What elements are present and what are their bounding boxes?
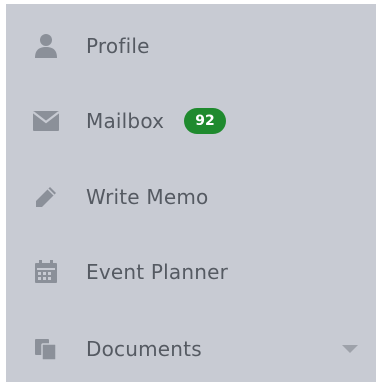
sidebar-item-profile[interactable]: Profile	[6, 16, 376, 76]
sidebar-item-label: Profile	[86, 34, 150, 58]
sidebar-item-write-memo[interactable]: Write Memo	[6, 167, 376, 227]
sidebar-item-label: Mailbox	[86, 109, 165, 133]
sidebar-item-label: Documents	[86, 337, 202, 361]
sidebar-item-mailbox[interactable]: Mailbox 92	[6, 91, 376, 151]
unread-count-badge: 92	[184, 108, 226, 134]
sidebar-menu: Profile Mailbox 92 Write Memo Event Plan…	[6, 4, 376, 382]
sidebar-item-event-planner[interactable]: Event Planner	[6, 242, 376, 302]
documents-icon	[32, 335, 60, 363]
user-icon	[32, 32, 60, 60]
pencil-icon	[32, 183, 60, 211]
envelope-icon	[32, 107, 60, 135]
sidebar-item-label: Event Planner	[86, 260, 229, 284]
calendar-icon	[32, 258, 60, 286]
chevron-down-icon[interactable]	[342, 345, 358, 353]
sidebar-item-documents[interactable]: Documents	[6, 319, 376, 379]
sidebar-item-label: Write Memo	[86, 185, 209, 209]
